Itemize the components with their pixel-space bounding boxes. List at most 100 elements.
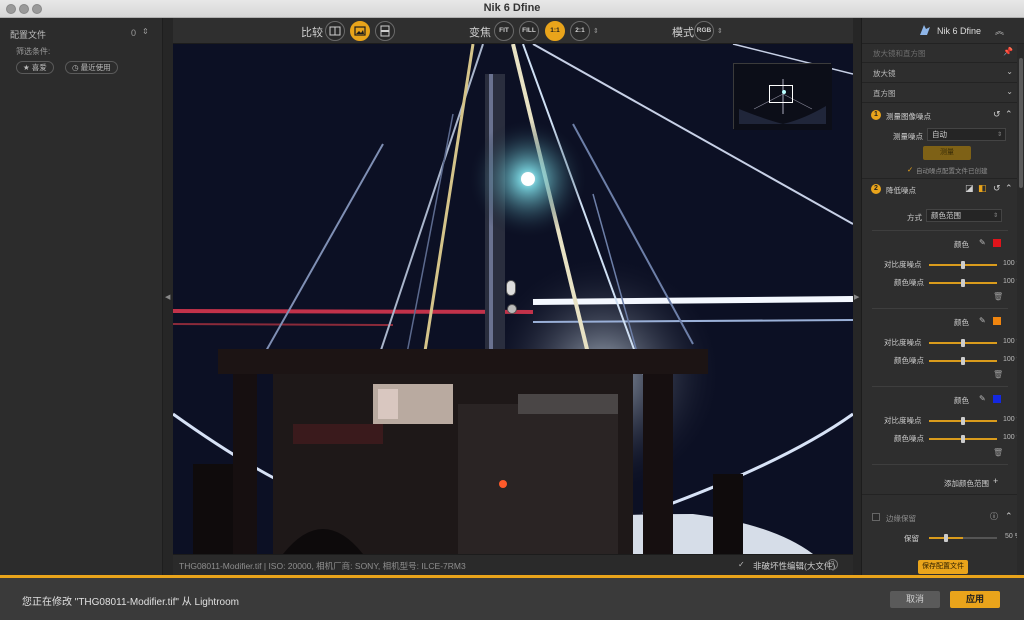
panel-scrollbar[interactable]	[1017, 44, 1024, 575]
slider-knob[interactable]	[961, 339, 965, 347]
slider-knob[interactable]	[961, 357, 965, 365]
loupe-label: 放大镜	[873, 69, 896, 78]
chevron-down-icon[interactable]: ⌄	[1006, 87, 1013, 96]
non-destructive-checkbox[interactable]: ✓	[738, 560, 745, 569]
collapse-header-icon[interactable]: ︽	[995, 24, 1004, 37]
edge-preservation-title: 边缘保留	[886, 514, 916, 523]
measure-button[interactable]: 测量	[923, 146, 971, 160]
histogram-label: 直方图	[873, 89, 896, 98]
reset-icon[interactable]: ↺	[993, 109, 1001, 120]
reduce-noise-title: 降低噪点	[886, 186, 916, 195]
zoom-fill-button[interactable]: FILL	[519, 21, 539, 41]
collapse-icon[interactable]: ⌃	[1005, 183, 1013, 194]
eyedropper-icon[interactable]: ✎	[979, 394, 986, 403]
zoom-fit-button[interactable]: FIT	[494, 21, 514, 41]
color-range-3-label: 颜色	[954, 396, 969, 405]
toolbar: 比较 变焦 FIT FILL 1:1 2:1 ⇕ 模式 RGB ⇕	[173, 18, 853, 44]
method-select[interactable]: 颜色范围 ⇕	[926, 209, 1002, 222]
side-by-side-view-button[interactable]	[375, 21, 395, 41]
contrast-noise-slider-2[interactable]	[929, 339, 997, 347]
scrollbar-thumb[interactable]	[1019, 58, 1023, 188]
color-noise-slider-2[interactable]	[929, 357, 997, 365]
section-divider	[862, 494, 1017, 495]
select-arrows-icon: ⇕	[992, 213, 998, 219]
single-view-button[interactable]	[350, 21, 370, 41]
slider-knob[interactable]	[944, 534, 948, 542]
delete-range-3-icon[interactable]: 🗑	[993, 448, 1003, 457]
edge-preservation-checkbox[interactable]	[872, 513, 880, 521]
plus-icon[interactable]: +	[993, 476, 998, 486]
cancel-button[interactable]: 取消	[890, 591, 940, 608]
mode-stepper-icon[interactable]: ⇕	[717, 27, 723, 35]
navigator-thumbnail[interactable]	[733, 63, 832, 130]
slider-knob[interactable]	[961, 279, 965, 287]
eyedropper-icon[interactable]: ✎	[979, 238, 986, 247]
section-divider	[872, 464, 1008, 465]
delete-range-2-icon[interactable]: 🗑	[993, 370, 1003, 379]
help-icon[interactable]: ?	[827, 559, 838, 570]
chevron-right-icon: ▶	[854, 294, 860, 301]
editing-message: 您正在修改 "THG08011-Modifier.tif" 从 Lightroo…	[22, 597, 239, 608]
collapse-right-panel-handle[interactable]: ▶	[853, 18, 861, 575]
slider-knob[interactable]	[961, 435, 965, 443]
add-color-range-button[interactable]: 添加颜色范围	[944, 478, 989, 489]
color-range-2-swatch[interactable]	[993, 317, 1001, 325]
save-profile-button[interactable]: 保存配置文件	[918, 560, 968, 574]
image-canvas[interactable]	[173, 44, 853, 554]
non-destructive-label: 非破坏性编辑(大文件)	[753, 561, 836, 571]
title-bar: Nik 6 Dfine	[0, 0, 1024, 18]
favorites-filter-chip[interactable]: ★ 喜爱	[16, 61, 54, 74]
slider-knob[interactable]	[961, 261, 965, 269]
section-divider	[872, 308, 1008, 309]
reset-icon[interactable]: ↺	[993, 183, 1001, 194]
control-point-pin[interactable]	[507, 304, 517, 314]
help-icon[interactable]: ⓘ	[990, 511, 998, 522]
pin-icon[interactable]: 📌	[1003, 47, 1013, 56]
color-noise-label: 颜色噪点	[894, 356, 924, 365]
filter-label: 筛选条件:	[16, 47, 51, 56]
nik-logo-icon	[920, 25, 930, 35]
navigator-viewport-rect[interactable]	[769, 85, 793, 103]
zoom-2to1-button[interactable]: 2:1	[570, 21, 590, 41]
keep-label: 保留	[904, 534, 919, 543]
color-noise-slider-3[interactable]	[929, 435, 997, 443]
split-view-button[interactable]	[325, 21, 345, 41]
eyedropper-icon[interactable]: ✎	[979, 316, 986, 325]
measure-method-select[interactable]: 自动 ⇕	[927, 128, 1006, 141]
image-info: THG08011-Modifier.tif | ISO: 20000, 相机厂商…	[179, 561, 466, 571]
method-value: 颜色范围	[931, 211, 961, 220]
contrast-noise-slider-1[interactable]	[929, 261, 997, 269]
window-title: Nik 6 Dfine	[483, 2, 541, 14]
color-range-2-label: 颜色	[954, 318, 969, 327]
zoom-stepper-icon[interactable]: ⇕	[593, 27, 599, 35]
collapse-icon[interactable]: ⌃	[1005, 109, 1013, 120]
color-range-1-swatch[interactable]	[993, 239, 1001, 247]
measure-method-label: 测量噪点	[893, 132, 923, 141]
auto-profile-note: 自动噪点配置文件已创建	[916, 168, 988, 175]
color-range-3-swatch[interactable]	[993, 395, 1001, 403]
color-picker-mode-icon[interactable]: ◧	[978, 183, 987, 194]
show-mask-icon[interactable]: ◪	[965, 183, 974, 194]
method-label: 方式	[907, 213, 922, 222]
zoom-1to1-button[interactable]: 1:1	[545, 21, 565, 41]
slider-knob[interactable]	[961, 417, 965, 425]
histogram-section[interactable]: 直方图 ⌄	[862, 84, 1017, 103]
chevron-left-icon: ◀	[165, 294, 171, 301]
contrast-noise-slider-3[interactable]	[929, 417, 997, 425]
collapse-icon[interactable]: ⌃	[1005, 511, 1013, 522]
chevron-down-icon[interactable]: ⌄	[1006, 67, 1013, 76]
adjustments-panel: Nik 6 Dfine ︽ 放大镜和直方图 📌 放大镜 ⌄ 直方图 ⌄ 1 测量…	[861, 18, 1024, 575]
mode-rgb-button[interactable]: RGB	[694, 21, 714, 41]
keep-slider[interactable]	[929, 534, 997, 542]
collapse-left-panel-handle[interactable]: ◀	[163, 18, 173, 575]
recent-filter-chip[interactable]: ◷ 最近使用	[65, 61, 118, 74]
loupe-section[interactable]: 放大镜 ⌄	[862, 64, 1017, 83]
color-noise-slider-1[interactable]	[929, 279, 997, 287]
loupe-histogram-row[interactable]: 放大镜和直方图 📌	[862, 44, 1017, 63]
delete-range-1-icon[interactable]: 🗑	[993, 292, 1003, 301]
control-point-handle[interactable]	[506, 280, 516, 296]
apply-button[interactable]: 应用	[950, 591, 1000, 608]
image-view-icon	[354, 26, 366, 36]
sort-stepper-icon[interactable]: ⇕	[142, 27, 149, 36]
contrast-noise-label: 对比度噪点	[884, 338, 922, 347]
